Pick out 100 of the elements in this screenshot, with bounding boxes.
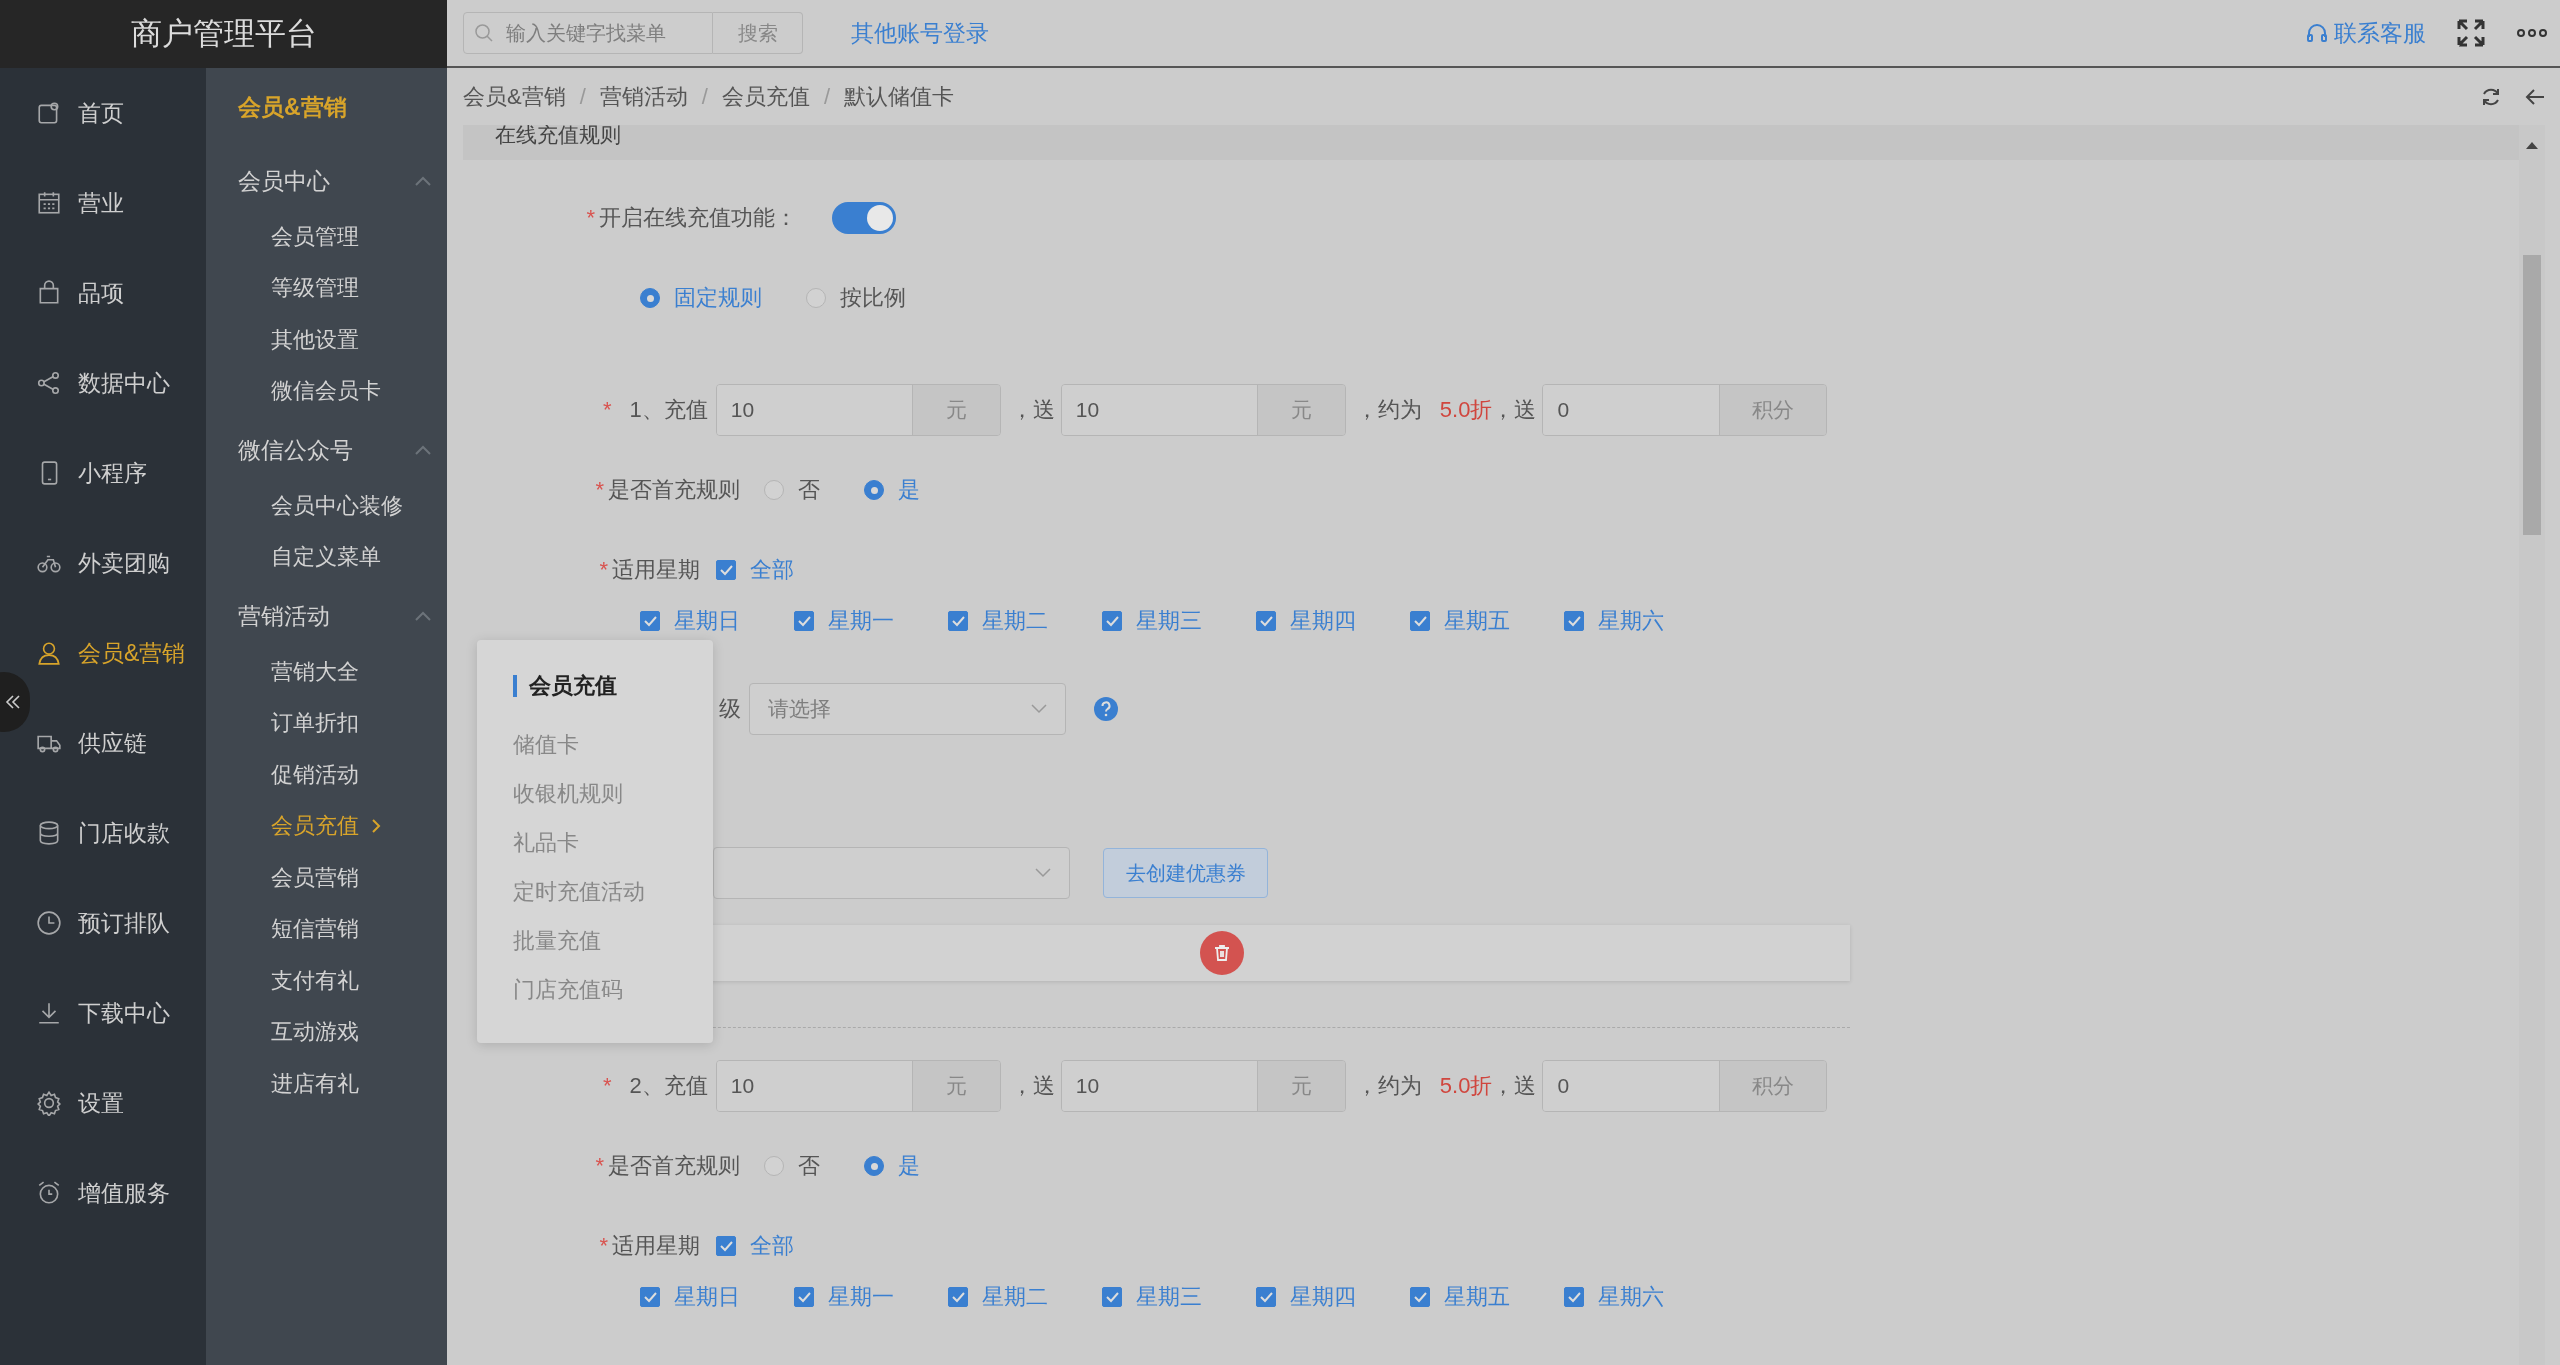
checkbox[interactable]: 全部	[716, 1231, 794, 1261]
amount-field[interactable]: 10 元	[715, 1060, 1001, 1112]
breadcrumb-item[interactable]: 营销活动	[599, 81, 688, 112]
gift-field[interactable]: 10 元	[1060, 384, 1346, 436]
nav-item[interactable]: 门店收款	[0, 788, 206, 878]
submenu-item[interactable]: 互动游戏	[206, 1006, 447, 1058]
nav-item[interactable]: 小程序	[0, 428, 206, 518]
nav-item[interactable]: 营业	[0, 158, 206, 248]
submenu-item[interactable]: 营销大全	[206, 646, 447, 698]
radio-option[interactable]: 是	[864, 1151, 920, 1181]
scroll-up-icon[interactable]	[2526, 141, 2538, 149]
nav-item[interactable]: 首页	[0, 68, 206, 158]
checkbox[interactable]: 星期六	[1564, 1282, 1718, 1312]
checkbox[interactable]: 星期五	[1410, 1282, 1564, 1312]
submenu-item[interactable]: 订单折扣	[206, 697, 447, 749]
more-icon[interactable]	[2516, 28, 2548, 38]
breadcrumb-item[interactable]: 默认储值卡	[844, 81, 955, 112]
radio-option[interactable]: 固定规则	[640, 283, 762, 313]
checkbox[interactable]: 星期三	[1102, 1282, 1256, 1312]
submenu-item[interactable]: 会员中心装修	[206, 480, 447, 532]
checkbox[interactable]: 星期日	[640, 1282, 794, 1312]
menu-group[interactable]: 会员中心	[206, 155, 447, 207]
breadcrumb-item[interactable]: 会员&营销	[463, 81, 566, 112]
popup-menu-item[interactable]: 收银机规则	[513, 769, 713, 818]
scrollbar-thumb[interactable]	[2523, 255, 2541, 535]
submenu-item[interactable]: 促销活动	[206, 749, 447, 801]
popup-menu-item[interactable]: 定时充值活动	[513, 867, 713, 916]
submenu-item[interactable]: 支付有礼	[206, 955, 447, 1007]
headset-icon	[2306, 22, 2328, 44]
nav-item[interactable]: 预订排队	[0, 878, 206, 968]
menu-group[interactable]: 营销活动	[206, 590, 447, 642]
submenu-item[interactable]: 短信营销	[206, 903, 447, 955]
submenu-item[interactable]: 等级管理	[206, 262, 447, 314]
points-field[interactable]: 0 积分	[1542, 1060, 1828, 1112]
unit-label: 元	[1256, 385, 1345, 435]
support-link[interactable]: 联系客服	[2306, 17, 2426, 49]
nav-item[interactable]: 设置	[0, 1058, 206, 1148]
radio-option[interactable]: 按比例	[806, 283, 906, 313]
submenu-item[interactable]: 微信会员卡	[206, 365, 447, 417]
popup-menu-item[interactable]: 批量充值	[513, 916, 713, 965]
submenu-item[interactable]: 会员管理	[206, 211, 447, 263]
checkbox[interactable]: 星期四	[1256, 1282, 1410, 1312]
field-label: 是否首充规则	[608, 476, 740, 504]
breadcrumb-item[interactable]: 会员充值	[721, 81, 810, 112]
amount-field[interactable]: 10 元	[715, 384, 1001, 436]
popup-menu-item[interactable]: 门店充值码	[513, 965, 713, 1014]
scrollbar[interactable]	[2519, 125, 2545, 1365]
points-label: ，送	[1492, 396, 1537, 424]
gift-field[interactable]: 10 元	[1060, 1060, 1346, 1112]
caret-icon	[415, 445, 431, 455]
submenu-item[interactable]: 自定义菜单	[206, 531, 447, 583]
search-field[interactable]: 输入关键字找菜单	[504, 20, 698, 46]
checkbox[interactable]: 星期四	[1256, 606, 1410, 636]
radio-option[interactable]: 是	[864, 475, 920, 505]
checkbox[interactable]: 星期日	[640, 606, 794, 636]
help-icon[interactable]	[1094, 697, 1118, 721]
checkbox[interactable]: 星期六	[1564, 606, 1718, 636]
checkbox[interactable]: 星期二	[948, 606, 1102, 636]
fullscreen-icon[interactable]	[2456, 18, 2486, 48]
caret-icon	[415, 176, 431, 186]
gift-label: ，送	[1010, 396, 1055, 424]
checkbox[interactable]: 全部	[716, 555, 794, 585]
popup-menu-item[interactable]: 储值卡	[513, 720, 713, 769]
nav-item[interactable]: 外卖团购	[0, 518, 206, 608]
discount-text: 5.0折	[1439, 1072, 1493, 1100]
delete-button[interactable]	[1199, 931, 1244, 975]
search-box[interactable]: 输入关键字找菜单	[463, 12, 713, 54]
field-label: 开启在线充值功能：	[599, 204, 797, 232]
nav-item[interactable]: 品项	[0, 248, 206, 338]
nav-item[interactable]: 数据中心	[0, 338, 206, 428]
submenu-item[interactable]: 进店有礼	[206, 1058, 447, 1110]
level-select[interactable]: 请选择	[749, 683, 1066, 735]
create-coupon-button[interactable]: 去创建优惠券	[1103, 848, 1268, 898]
nav-item[interactable]: 下载中心	[0, 968, 206, 1058]
clock-icon	[36, 910, 62, 936]
points-field[interactable]: 0 积分	[1542, 384, 1828, 436]
checkbox[interactable]: 星期一	[794, 1282, 948, 1312]
checkbox[interactable]: 星期五	[1410, 606, 1564, 636]
other-login-link[interactable]: 其他账号登录	[851, 17, 989, 49]
nav-item[interactable]: 会员&营销	[0, 608, 206, 698]
nav-item[interactable]: 增值服务	[0, 1148, 206, 1238]
submenu-item[interactable]: 会员充值	[206, 800, 447, 852]
radio-option[interactable]: 否	[764, 475, 820, 505]
radio-option[interactable]: 否	[764, 1151, 820, 1181]
checkbox[interactable]: 星期一	[794, 606, 948, 636]
search-icon	[474, 23, 494, 43]
approx-label: ，约为	[1355, 396, 1422, 424]
share-icon	[36, 370, 62, 396]
settings-icon	[36, 1090, 62, 1116]
submenu-item[interactable]: 其他设置	[206, 314, 447, 366]
unit-label: 元	[911, 1061, 1000, 1111]
checkbox[interactable]: 星期三	[1102, 606, 1256, 636]
nav-item[interactable]: 供应链	[0, 698, 206, 788]
caret-icon	[1035, 868, 1051, 878]
menu-group[interactable]: 微信公众号	[206, 424, 447, 476]
toggle-switch[interactable]	[832, 202, 896, 234]
submenu-item[interactable]: 会员营销	[206, 852, 447, 904]
breadcrumb-separator: /	[579, 83, 586, 110]
popup-menu-item[interactable]: 礼品卡	[513, 818, 713, 867]
checkbox[interactable]: 星期二	[948, 1282, 1102, 1312]
